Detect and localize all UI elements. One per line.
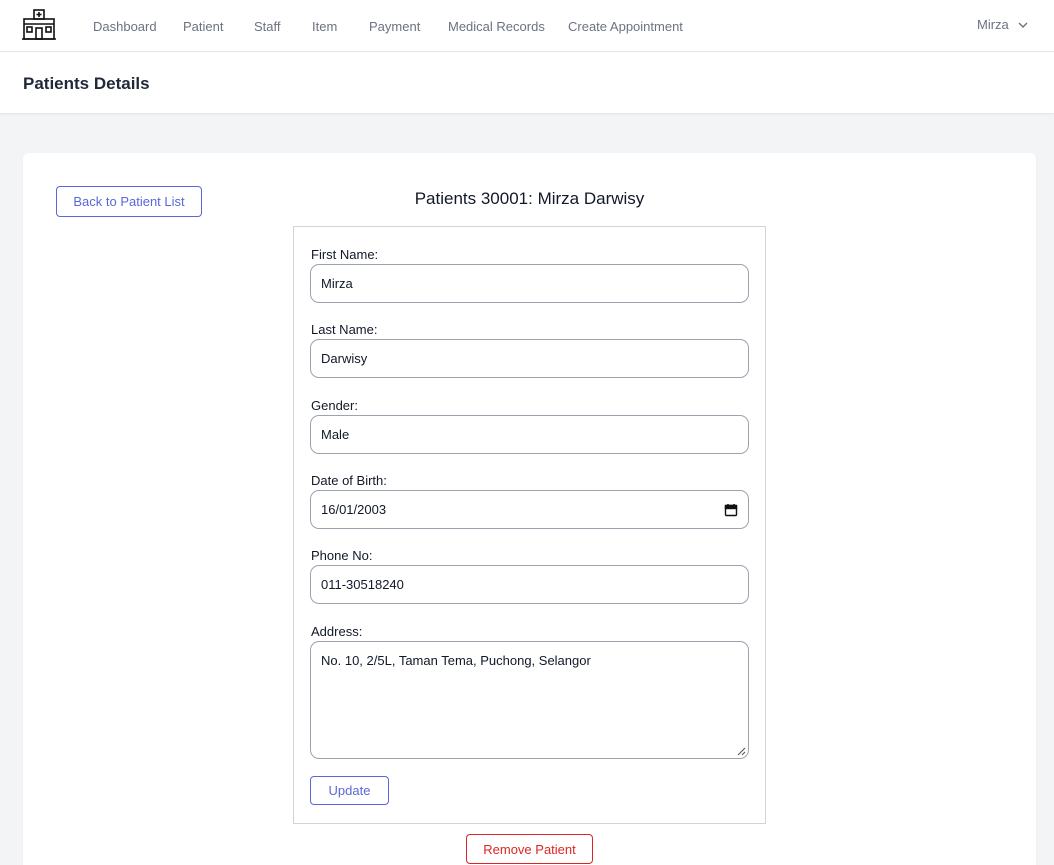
remove-patient-button[interactable]: Remove Patient (466, 834, 593, 864)
record-title: Patients 30001: Mirza Darwisy (414, 189, 645, 208)
first-name-input[interactable]: Mirza (310, 264, 749, 303)
address-value: No. 10, 2/5L, Taman Tema, Puchong, Selan… (321, 653, 591, 668)
last-name-input[interactable]: Darwisy (310, 339, 749, 378)
hospital-logo-icon[interactable] (22, 9, 56, 41)
phone-label: Phone No: (311, 548, 373, 563)
gender-input[interactable]: Male (310, 415, 749, 454)
gender-label: Gender: (311, 398, 358, 413)
address-textarea[interactable]: No. 10, 2/5L, Taman Tema, Puchong, Selan… (310, 641, 749, 759)
nav-patient[interactable]: Patient (183, 19, 223, 34)
page-title: Patients Details (23, 74, 150, 93)
chevron-down-icon (1018, 22, 1028, 28)
nav-create-appointment[interactable]: Create Appointment (568, 19, 683, 34)
calendar-icon[interactable] (724, 503, 738, 517)
user-menu[interactable]: Mirza (977, 17, 1029, 32)
date-of-birth-value: 16/01/2003 (321, 502, 387, 517)
phone-input[interactable]: 011-30518240 (310, 565, 749, 604)
update-button[interactable]: Update (310, 776, 389, 805)
page-header: Patients Details (0, 52, 1054, 113)
nav-item[interactable]: Item (312, 19, 337, 34)
nav-medical-records[interactable]: Medical Records (448, 19, 545, 34)
date-of-birth-label: Date of Birth: (311, 473, 387, 488)
last-name-label: Last Name: (311, 322, 378, 337)
nav-staff[interactable]: Staff (254, 19, 281, 34)
user-name: Mirza (977, 17, 1009, 32)
first-name-label: First Name: (311, 247, 379, 262)
nav-dashboard[interactable]: Dashboard (93, 19, 157, 34)
date-of-birth-field[interactable]: 16/01/2003 (310, 490, 749, 529)
back-to-patient-list-button[interactable]: Back to Patient List (56, 186, 202, 217)
resize-grip-icon[interactable] (736, 746, 746, 756)
nav-payment[interactable]: Payment (369, 19, 420, 34)
top-navigation: Dashboard Patient Staff Item Payment Med… (0, 0, 1054, 52)
address-label: Address: (311, 624, 363, 639)
